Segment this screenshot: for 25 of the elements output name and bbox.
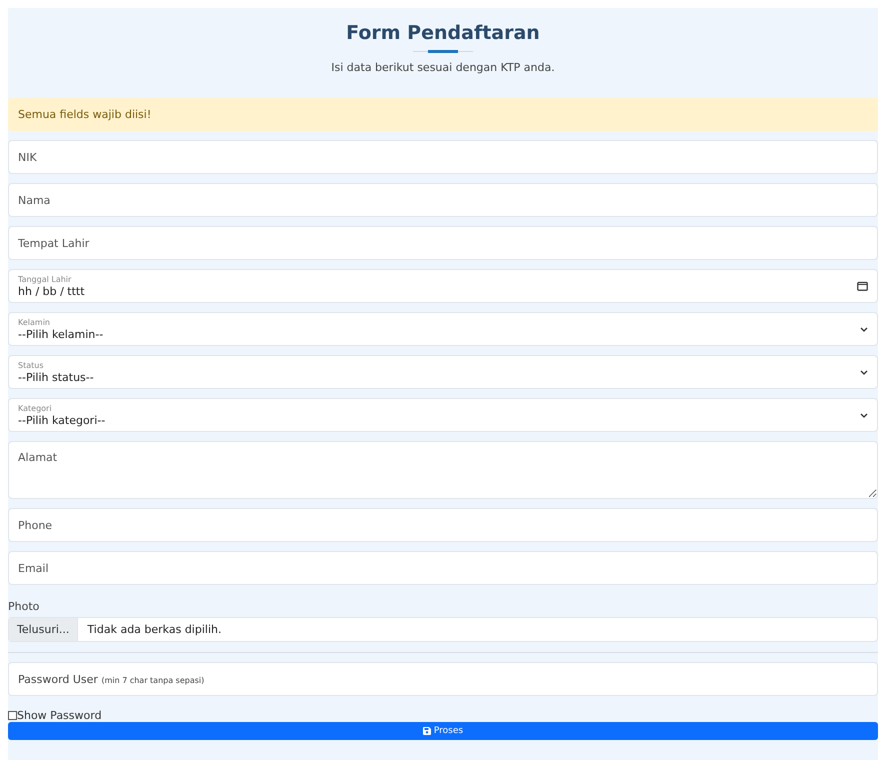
- text-field[interactable]: NIK: [8, 140, 878, 174]
- calendar-icon: [857, 281, 868, 291]
- form-subtitle: Isi data berikut sesuai dengan KTP anda.: [331, 61, 555, 74]
- chevron-down-icon: [860, 326, 868, 332]
- text-field[interactable]: Tempat Lahir: [8, 226, 878, 260]
- form-title: Form Pendaftaran: [346, 22, 540, 44]
- text-field[interactable]: Email: [8, 551, 878, 585]
- address-field[interactable]: Alamat: [8, 441, 878, 499]
- submit-button[interactable]: Proses: [8, 722, 878, 740]
- select-field[interactable]: Kelamin --Pilih kelamin--: [8, 312, 878, 346]
- text-field[interactable]: Phone: [8, 508, 878, 542]
- save-icon: [422, 727, 431, 735]
- checkbox-label: Show Password: [17, 709, 102, 722]
- warning-alert: Semua fields wajib diisi!: [8, 98, 878, 131]
- file-status: Tidak ada berkas dipilih.: [86, 622, 222, 638]
- select-field[interactable]: Status --Pilih status--: [8, 355, 878, 389]
- field-label: Photo: [8, 600, 40, 613]
- file-field[interactable]: Telusuri... Tidak ada berkas dipilih.: [8, 617, 878, 642]
- chevron-down-icon: [860, 412, 868, 418]
- select-field[interactable]: Kategori --Pilih kategori--: [8, 398, 878, 432]
- checkbox[interactable]: [8, 711, 17, 720]
- chevron-down-icon: [860, 370, 868, 374]
- browse-button[interactable]: Telusuri...: [9, 618, 78, 641]
- date-field[interactable]: Tanggal Lahir hh / bb / tttt: [8, 269, 878, 303]
- text-field[interactable]: Nama: [8, 183, 878, 217]
